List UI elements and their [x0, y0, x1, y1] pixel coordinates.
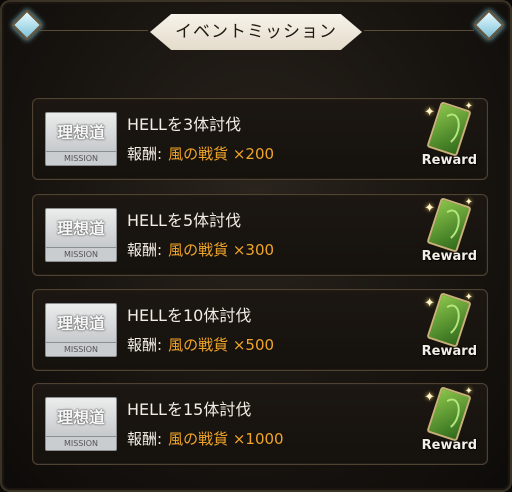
reward-line: 報酬: 風の戦貨 ×300: [127, 239, 274, 260]
mission-icon-text: 理想道: [56, 123, 105, 142]
sparkle-icon: ✦: [464, 101, 473, 112]
reward-button-label[interactable]: Reward: [422, 153, 477, 168]
reward-line: 報酬: 風の戦貨 ×1000: [127, 428, 284, 449]
reward-button-label[interactable]: Reward: [422, 249, 477, 264]
reward-label: 報酬:: [127, 430, 163, 448]
mission-icon-label: MISSION: [46, 342, 116, 356]
mission-icon-text: 理想道: [56, 314, 105, 333]
mission-icon: 理想道 MISSION: [45, 112, 117, 166]
mission-icon-label: MISSION: [46, 436, 116, 450]
reward-button-label[interactable]: Reward: [422, 438, 477, 453]
mission-icon: 理想道 MISSION: [45, 208, 117, 262]
mission-row: 理想道 MISSION HELLを10体討伐 報酬: 風の戦貨 ×500 ✦ ✦ …: [32, 289, 488, 371]
swirl-icon: [434, 301, 464, 339]
mission-icon-text: 理想道: [56, 219, 105, 238]
divider: [38, 30, 148, 31]
event-mission-panel: イベントミッション 理想道 MISSION HELLを3体討伐 報酬: 風の戦貨 …: [0, 0, 512, 492]
panel-title: イベントミッション: [175, 22, 337, 42]
reward-label: 報酬:: [127, 241, 163, 259]
sparkle-icon: ✦: [464, 292, 473, 303]
mission-icon: 理想道 MISSION: [45, 303, 117, 357]
mission-title: HELLを5体討伐: [127, 211, 242, 230]
swirl-icon: [434, 395, 464, 433]
reward-value: 風の戦貨 ×1000: [168, 430, 284, 448]
reward-value: 風の戦貨 ×200: [168, 145, 275, 163]
reward-button-label[interactable]: Reward: [422, 344, 477, 359]
sparkle-icon: ✦: [424, 105, 435, 120]
reward-value: 風の戦貨 ×500: [168, 336, 275, 354]
swirl-icon: [434, 110, 464, 148]
mission-icon-label: MISSION: [46, 151, 116, 165]
reward-value: 風の戦貨 ×300: [168, 241, 275, 259]
reward-label: 報酬:: [127, 336, 163, 354]
sparkle-icon: ✦: [424, 390, 435, 405]
gem-icon: [11, 9, 43, 41]
divider: [364, 30, 474, 31]
mission-icon: 理想道 MISSION: [45, 397, 117, 451]
reward-line: 報酬: 風の戦貨 ×200: [127, 143, 274, 164]
mission-icon-text: 理想道: [56, 408, 105, 427]
reward-line: 報酬: 風の戦貨 ×500: [127, 334, 274, 355]
swirl-icon: [434, 206, 464, 244]
sparkle-icon: ✦: [464, 197, 473, 208]
mission-row: 理想道 MISSION HELLを3体討伐 報酬: 風の戦貨 ×200 ✦ ✦ R…: [32, 98, 488, 180]
mission-title: HELLを3体討伐: [127, 115, 242, 134]
gem-icon: [473, 9, 505, 41]
sparkle-icon: ✦: [464, 386, 473, 397]
mission-title: HELLを15体討伐: [127, 400, 252, 419]
mission-row: 理想道 MISSION HELLを5体討伐 報酬: 風の戦貨 ×300 ✦ ✦ R…: [32, 194, 488, 276]
sparkle-icon: ✦: [424, 296, 435, 311]
reward-label: 報酬:: [127, 145, 163, 163]
mission-title: HELLを10体討伐: [127, 306, 252, 325]
mission-icon-label: MISSION: [46, 247, 116, 261]
mission-row: 理想道 MISSION HELLを15体討伐 報酬: 風の戦貨 ×1000 ✦ ✦…: [32, 383, 488, 465]
sparkle-icon: ✦: [424, 201, 435, 216]
